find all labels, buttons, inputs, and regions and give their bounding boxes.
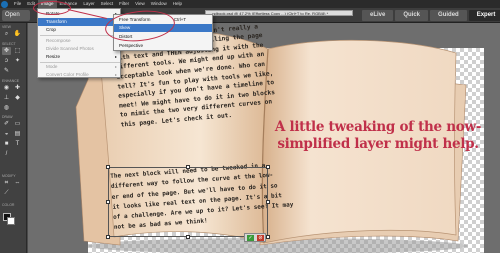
- crop-tool-icon[interactable]: ⌗: [2, 179, 11, 187]
- transform-handle-bottom-right[interactable]: [266, 235, 270, 239]
- transform-commit-bar: ✓ ⊘: [244, 233, 266, 242]
- move-tool-icon[interactable]: ✥: [2, 47, 11, 55]
- magic-wand-tool-icon[interactable]: ✦: [13, 57, 22, 65]
- tab-expert[interactable]: Expert: [468, 10, 500, 21]
- eraser-tool-icon[interactable]: ▭: [13, 120, 22, 128]
- eye-tool-icon[interactable]: ◉: [2, 84, 11, 92]
- menu-item-recompose[interactable]: Recompose: [38, 37, 120, 45]
- commit-transform-button[interactable]: ✓: [247, 235, 254, 241]
- mode-tabs: eLive Quick Guided Expert: [362, 10, 500, 21]
- transform-handle-top-left[interactable]: [106, 165, 110, 169]
- straighten-tool-icon[interactable]: ⟋: [2, 189, 11, 197]
- menu-filter[interactable]: Filter: [116, 0, 132, 8]
- submenu-arrow-icon: ▸: [114, 72, 117, 77]
- submenu-arrow-icon: ▸: [114, 64, 117, 69]
- menu-bar: File Edit Image Enhance Layer Select Fil…: [0, 0, 500, 8]
- toolbox: VIEW ⌕ ✋ SELECT ✥ ⬚ ↄ ✦ ✎ ENHANCE ◉ ✚ ⊥ …: [0, 23, 27, 253]
- transform-handle-bottom-left[interactable]: [106, 235, 110, 239]
- image-menu-dropdown: Rotate▸ Transform▸ Crop Recompose Divide…: [37, 8, 121, 78]
- menu-item-label: Divide Scanned Photos: [46, 46, 94, 51]
- background-color-swatch[interactable]: [7, 217, 15, 225]
- photoshop-elements-window: File Edit Image Enhance Layer Select Fil…: [0, 0, 500, 253]
- menu-item-label: Recompose: [46, 38, 71, 43]
- menu-layer[interactable]: Layer: [80, 0, 97, 8]
- lasso-tool-icon[interactable]: ↄ: [2, 57, 11, 65]
- brush-tool-icon[interactable]: ✐: [2, 120, 11, 128]
- transform-bounding-box[interactable]: [106, 165, 270, 239]
- menu-item-shortcut: Ctrl+T: [173, 17, 186, 22]
- annotation-callout: A little tweaking of the now- simplified…: [263, 119, 493, 153]
- toolbox-section-color: COLOR: [2, 203, 15, 207]
- hand-tool-icon[interactable]: ✋: [13, 30, 22, 38]
- blur-tool-icon[interactable]: ◆: [13, 94, 22, 102]
- toolbox-section-view: VIEW: [2, 25, 11, 29]
- transform-handle-right[interactable]: [266, 200, 270, 204]
- text-tool-icon[interactable]: T: [13, 140, 22, 148]
- zoom-tool-icon[interactable]: ⌕: [2, 30, 11, 38]
- tab-quick[interactable]: Quick: [395, 10, 429, 21]
- menu-item-label: Convert Color Profile: [46, 72, 89, 77]
- submenu-arrow-icon: ▸: [114, 54, 117, 59]
- paint-bucket-tool-icon[interactable]: ◒: [2, 130, 11, 138]
- menu-item-label: Resize: [46, 54, 61, 59]
- recompose-tool-icon[interactable]: ⇔: [13, 179, 22, 187]
- gradient-tool-icon[interactable]: ▤: [13, 130, 22, 138]
- menu-item-label: Transform: [46, 19, 67, 24]
- shape-tool-icon[interactable]: ■: [2, 140, 11, 148]
- tab-elive[interactable]: eLive: [362, 10, 394, 21]
- menu-select[interactable]: Select: [98, 0, 117, 8]
- menu-item-label: Perspective: [119, 43, 144, 48]
- annotation-line: A little tweaking of the now-: [274, 119, 482, 135]
- toolbox-section-enhance: ENHANCE: [2, 79, 20, 83]
- menu-item-perspective[interactable]: Perspective: [114, 42, 212, 50]
- menu-view[interactable]: View: [132, 0, 148, 8]
- spot-heal-tool-icon[interactable]: ✚: [13, 84, 22, 92]
- transform-handle-top-right[interactable]: [266, 165, 270, 169]
- document-tab[interactable]: ...ndbook.psd @ 47.2% (Effortless Copy .…: [205, 10, 353, 16]
- menu-item-convert-color-profile[interactable]: Convert Color Profile ▸: [38, 71, 120, 79]
- clone-stamp-tool-icon[interactable]: ⊥: [2, 94, 11, 102]
- toolbox-section-draw: DRAW: [2, 115, 13, 119]
- cancel-transform-button[interactable]: ⊘: [257, 235, 264, 241]
- transform-handle-left[interactable]: [106, 200, 110, 204]
- transform-handle-top[interactable]: [186, 165, 190, 169]
- menu-help[interactable]: Help: [170, 0, 185, 8]
- menu-item-divide-scanned-photos[interactable]: Divide Scanned Photos: [38, 45, 120, 53]
- marquee-tool-icon[interactable]: ⬚: [13, 47, 22, 55]
- annotation-line: simplified layer might help.: [277, 136, 479, 152]
- annotation-circle-image-menu: [33, 1, 71, 15]
- pencil-tool-icon[interactable]: /: [2, 150, 11, 158]
- tab-guided[interactable]: Guided: [430, 10, 467, 21]
- toolbox-section-select: SELECT: [2, 42, 16, 46]
- menu-window[interactable]: Window: [148, 0, 170, 8]
- open-button[interactable]: Open: [2, 10, 30, 21]
- menu-item-label: Mode: [46, 64, 58, 69]
- transform-handle-bottom[interactable]: [186, 235, 190, 239]
- menu-item-resize[interactable]: Resize ▸: [38, 53, 120, 61]
- menu-item-mode[interactable]: Mode ▸: [38, 63, 120, 71]
- toolbox-section-modify: MODIFY: [2, 174, 16, 178]
- quick-selection-tool-icon[interactable]: ✎: [2, 67, 11, 75]
- sponge-tool-icon[interactable]: ◍: [2, 104, 11, 112]
- menu-item-label: Crop: [46, 27, 56, 32]
- app-logo-icon: [1, 0, 8, 8]
- menu-file[interactable]: File: [11, 0, 24, 8]
